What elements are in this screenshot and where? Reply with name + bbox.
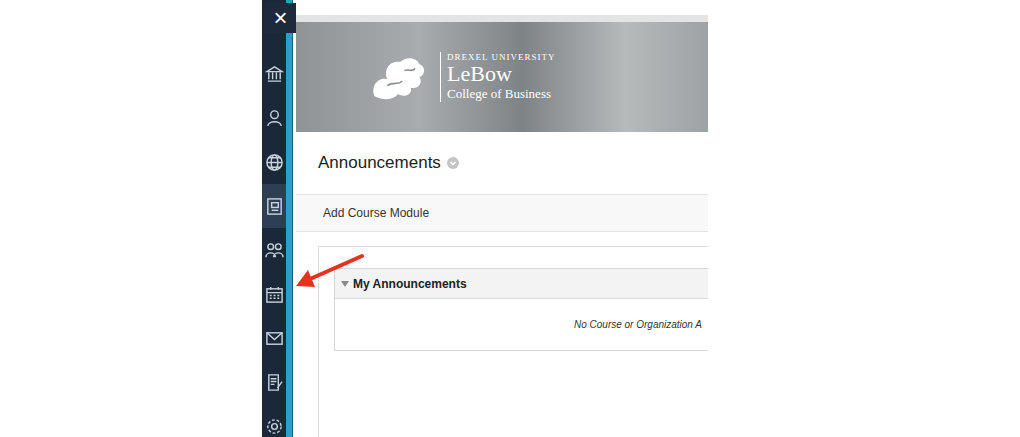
content-area: My Announcements No Course or Organizati… xyxy=(296,232,708,437)
banner: DREXEL UNIVERSITY LeBow College of Busin… xyxy=(296,22,708,132)
chevron-down-icon[interactable] xyxy=(447,157,459,169)
sidebar-item[interactable] xyxy=(262,96,286,140)
sidebar-item[interactable] xyxy=(262,404,286,437)
person-icon xyxy=(265,109,284,128)
people-icon xyxy=(265,241,284,260)
sidebar-item[interactable] xyxy=(262,316,286,360)
institution-icon xyxy=(265,65,284,84)
module-body: No Course or Organization A xyxy=(335,299,708,350)
module-header[interactable]: My Announcements xyxy=(335,269,708,299)
sidebar-item[interactable] xyxy=(262,228,286,272)
page-title: Announcements xyxy=(318,153,441,173)
close-button[interactable]: × xyxy=(265,3,296,33)
sidebar-edge xyxy=(286,0,293,437)
sidebar-item[interactable] xyxy=(262,184,286,228)
dragon-logo-icon xyxy=(366,53,430,101)
expand-triangle-icon[interactable] xyxy=(341,281,349,287)
module: My Announcements No Course or Organizati… xyxy=(334,268,708,351)
empty-message: No Course or Organization A xyxy=(574,319,702,330)
close-label: × xyxy=(273,6,287,30)
add-course-module-button[interactable]: Add Course Module xyxy=(323,206,429,220)
sidebar-item[interactable] xyxy=(262,360,286,404)
university-name: DREXEL UNIVERSITY xyxy=(447,52,555,62)
sidebar-item[interactable] xyxy=(262,52,286,96)
top-strip xyxy=(296,15,708,22)
book-icon xyxy=(265,197,284,216)
globe-icon xyxy=(265,153,284,172)
page-header: Announcements xyxy=(296,132,708,195)
sidebar-item[interactable] xyxy=(262,272,286,316)
backdrop xyxy=(0,0,262,437)
sidebar xyxy=(262,0,286,437)
screen: DREXEL UNIVERSITY LeBow College of Busin… xyxy=(0,0,1020,437)
logo: DREXEL UNIVERSITY LeBow College of Busin… xyxy=(440,52,555,102)
gear-icon xyxy=(265,417,284,436)
sidebar-item[interactable] xyxy=(262,140,286,184)
school-subtitle: College of Business xyxy=(447,86,555,102)
module-container: My Announcements No Course or Organizati… xyxy=(318,246,708,437)
envelope-icon xyxy=(265,329,284,348)
calendar-icon xyxy=(265,285,284,304)
annotation-arrow-icon xyxy=(0,0,1020,437)
school-name: LeBow xyxy=(447,62,555,86)
course-panel: DREXEL UNIVERSITY LeBow College of Busin… xyxy=(296,0,708,437)
action-bar: Add Course Module xyxy=(296,195,708,232)
module-title: My Announcements xyxy=(353,277,467,291)
notes-icon xyxy=(265,373,284,392)
